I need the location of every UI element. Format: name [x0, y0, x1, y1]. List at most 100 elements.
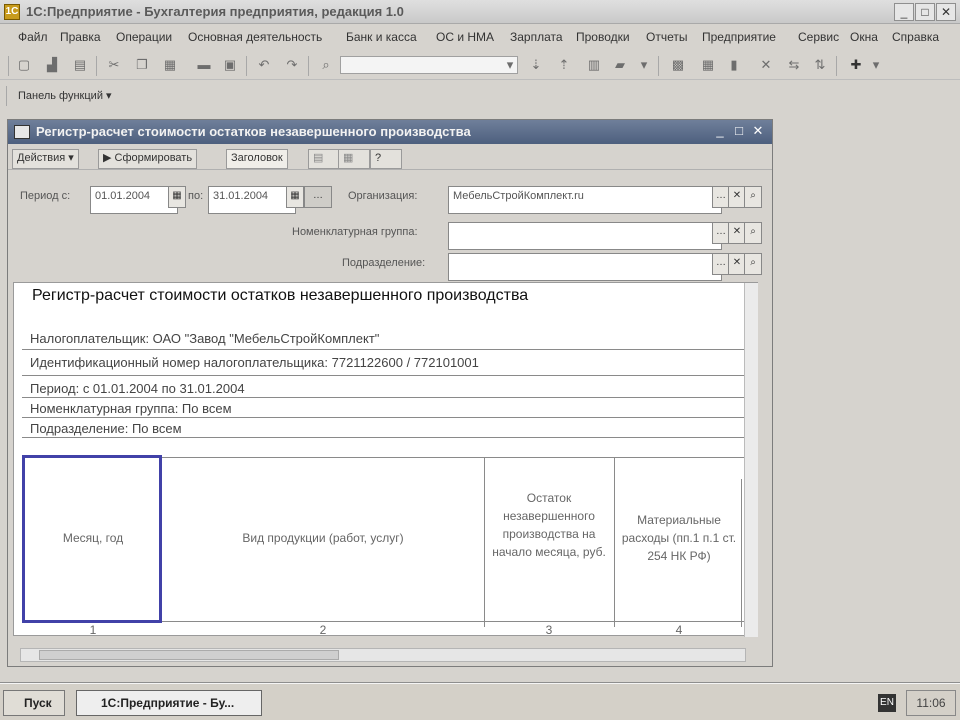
- calendar-icon[interactable]: ▦: [286, 186, 304, 208]
- period-to-label: по:: [188, 190, 204, 202]
- menu-entries[interactable]: Проводки: [576, 30, 630, 44]
- menu-fixed-assets[interactable]: ОС и НМА: [436, 30, 494, 44]
- report-divider: [22, 437, 747, 438]
- horizontal-scrollbar[interactable]: [20, 648, 746, 662]
- settings-icon[interactable]: ▤: [308, 149, 340, 169]
- table-icon[interactable]: ▦: [700, 57, 716, 73]
- cut-icon[interactable]: ✂: [106, 57, 122, 73]
- redo-icon[interactable]: ↷: [284, 57, 300, 73]
- new-document-icon[interactable]: ▢: [16, 57, 32, 73]
- menu-help[interactable]: Справка: [892, 30, 939, 44]
- toolbar-divider: [658, 56, 659, 76]
- column-header-month: Месяц, год: [62, 531, 124, 545]
- item-group-open-icon[interactable]: ⌕: [744, 222, 762, 244]
- taskbar: Пуск 1С:Предприятие - Бу... EN 11:06: [0, 683, 960, 720]
- main-toolbar: ▢ ▟ ▤ ✂ ❐ ▦ ▬ ▣ ↶ ↷ ⌕ ▾ ⇣ ⇡ ▥ ▰ ▾ ▩ ▦ ▮ …: [0, 50, 960, 80]
- toolbar-divider: [8, 56, 9, 76]
- save-icon[interactable]: ▤: [72, 57, 88, 73]
- report-window-titlebar[interactable]: Регистр-расчет стоимости остатков незаве…: [8, 120, 772, 144]
- maximize-button[interactable]: □: [915, 3, 935, 21]
- column-header-material-costs: Материальные расходы (пп.1 п.1 ст. 254 Н…: [621, 513, 737, 563]
- tools-icon[interactable]: ✚: [848, 57, 864, 73]
- print-report-icon[interactable]: ▦: [338, 149, 370, 169]
- preview-icon[interactable]: ▣: [222, 57, 238, 73]
- toolbar-divider: [6, 86, 7, 106]
- calculator-icon[interactable]: ▥: [586, 57, 602, 73]
- app-titlebar[interactable]: 1С 1С:Предприятие - Бухгалтерия предприя…: [0, 0, 960, 24]
- organization-open-icon[interactable]: ⌕: [744, 186, 762, 208]
- organization-label: Организация:: [348, 190, 418, 202]
- arrows-icon[interactable]: ⇆: [786, 57, 802, 73]
- division-line: Подразделение: По всем: [30, 421, 182, 436]
- copy-icon[interactable]: ❐: [134, 57, 150, 73]
- period-select-button[interactable]: …: [304, 186, 332, 208]
- header-toggle-button[interactable]: Заголовок: [226, 149, 288, 169]
- search-dropdown-icon[interactable]: ▾: [502, 57, 518, 73]
- horizontal-scroll-thumb[interactable]: [39, 650, 339, 660]
- item-group-field[interactable]: [448, 222, 722, 250]
- division-label: Подразделение:: [342, 257, 426, 269]
- paste-icon[interactable]: ▦: [162, 57, 178, 73]
- taxpayer-line: Налогоплательщик: ОАО "Завод "МебельСтро…: [30, 331, 380, 346]
- menu-file[interactable]: Файл: [18, 30, 48, 44]
- column-header-wip-balance: Остаток незавершенного производства на н…: [492, 491, 606, 559]
- report-divider: [22, 375, 747, 376]
- menu-service[interactable]: Сервис: [798, 30, 839, 44]
- report-title: Регистр-расчет стоимости остатков незаве…: [32, 287, 529, 304]
- generate-button-label: Сформировать: [114, 152, 193, 164]
- menu-enterprise[interactable]: Предприятие: [702, 30, 776, 44]
- print-icon[interactable]: ▬: [196, 57, 212, 73]
- table-col-border: [741, 479, 742, 627]
- generate-button[interactable]: ▶ Сформировать: [98, 149, 198, 169]
- report-sheet[interactable]: Регистр-расчет стоимости остатков незаве…: [13, 282, 758, 636]
- table-col-border: [484, 457, 485, 627]
- menu-main-activity[interactable]: Основная деятельность: [188, 30, 322, 44]
- period-from-field[interactable]: 01.01.2004: [90, 186, 178, 214]
- tools-dropdown-icon[interactable]: ▾: [868, 57, 884, 73]
- menu-edit[interactable]: Правка: [60, 30, 101, 44]
- taskbar-item-1c[interactable]: 1С:Предприятие - Бу...: [76, 690, 262, 716]
- lock-icon[interactable]: ▮: [726, 57, 742, 73]
- search-prev-icon[interactable]: ⇡: [556, 57, 572, 73]
- undo-icon[interactable]: ↶: [256, 57, 272, 73]
- toolbar-divider: [96, 56, 97, 76]
- language-indicator[interactable]: EN: [878, 694, 896, 712]
- tray-clock: 11:06: [906, 690, 956, 716]
- toolbar-divider: [308, 56, 309, 76]
- close-button[interactable]: ✕: [936, 3, 956, 21]
- start-button[interactable]: Пуск: [3, 690, 65, 716]
- move-icon[interactable]: ⇅: [812, 57, 828, 73]
- column-number: 2: [319, 623, 327, 636]
- help-icon[interactable]: ?: [370, 149, 402, 169]
- menu-salary[interactable]: Зарплата: [510, 30, 563, 44]
- toolbar-divider: [246, 56, 247, 76]
- folder-icon[interactable]: ▰: [612, 57, 628, 73]
- vertical-scrollbar[interactable]: [744, 283, 758, 637]
- doc-close-button[interactable]: ✕: [750, 123, 766, 139]
- functions-panel-button[interactable]: Панель функций ▾: [8, 89, 112, 102]
- calendar-icon[interactable]: ▦: [168, 186, 186, 208]
- division-open-icon[interactable]: ⌕: [744, 253, 762, 275]
- organization-field[interactable]: МебельСтройКомплект.ru: [448, 186, 722, 214]
- item-group-line: Номенклатурная группа: По всем: [30, 401, 232, 416]
- search-input[interactable]: [340, 56, 518, 74]
- menu-windows[interactable]: Окна: [850, 30, 878, 44]
- monitor-icon[interactable]: ▩: [670, 57, 686, 73]
- doc-minimize-button[interactable]: _: [712, 123, 728, 139]
- open-icon[interactable]: ▟: [44, 57, 60, 73]
- menu-reports[interactable]: Отчеты: [646, 30, 687, 44]
- search-next-icon[interactable]: ⇣: [528, 57, 544, 73]
- report-toolbar: Действия ▾ ▶ Сформировать Заголовок ▤ ▦ …: [8, 146, 772, 170]
- division-field[interactable]: [448, 253, 722, 281]
- actions-menu-button[interactable]: Действия ▾: [12, 149, 79, 169]
- period-to-field[interactable]: 31.01.2004: [208, 186, 296, 214]
- folder-dropdown-icon[interactable]: ▾: [636, 57, 652, 73]
- find-icon[interactable]: ⌕: [318, 57, 334, 73]
- menu-bank-cash[interactable]: Банк и касса: [346, 30, 417, 44]
- doc-maximize-button[interactable]: □: [731, 123, 747, 139]
- taskbar-item-label: 1С:Предприятие - Бу...: [101, 696, 235, 710]
- minimize-button[interactable]: _: [894, 3, 914, 21]
- menu-operations[interactable]: Операции: [116, 30, 172, 44]
- period-line: Период: с 01.01.2004 по 31.01.2004: [30, 381, 245, 396]
- close-doc-icon[interactable]: ✕: [758, 57, 774, 73]
